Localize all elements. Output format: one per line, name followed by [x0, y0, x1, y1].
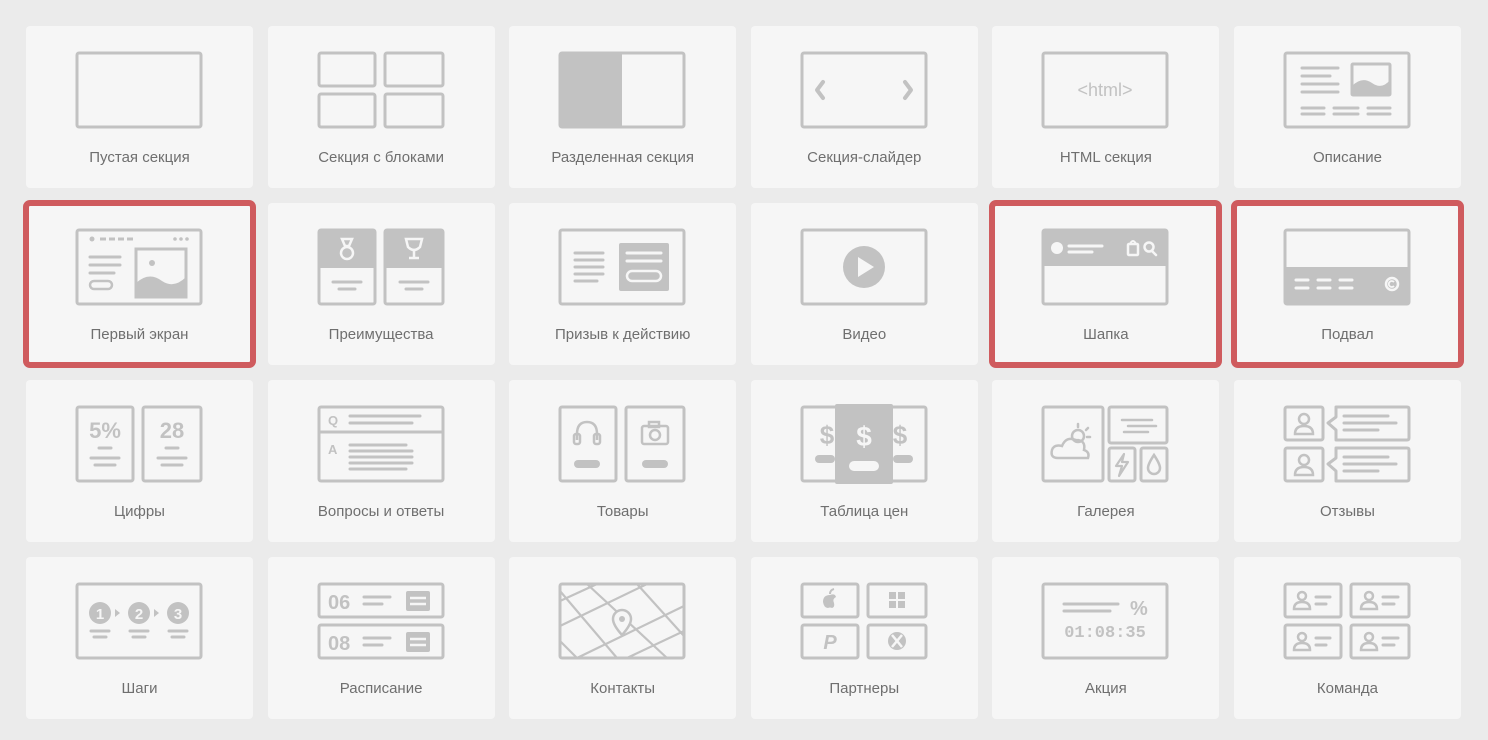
- numbers-icon: 5% 28: [75, 405, 203, 483]
- steps-icon: 1 2 3: [75, 582, 203, 660]
- html-section-icon: <html>: [1041, 51, 1169, 129]
- section-card-advantages[interactable]: Преимущества: [267, 203, 495, 365]
- slider-section-icon: [800, 51, 928, 129]
- section-label: Шапка: [1083, 326, 1129, 343]
- team-icon: [1283, 582, 1411, 660]
- section-label: Видео: [842, 326, 887, 343]
- section-card-split[interactable]: Разделенная секция: [509, 26, 737, 188]
- section-label: Отзывы: [1319, 503, 1375, 520]
- description-icon: [1283, 51, 1411, 129]
- svg-text:5%: 5%: [89, 418, 121, 443]
- partners-icon: P: [800, 582, 928, 660]
- section-card-footer[interactable]: Подвал: [1230, 200, 1464, 368]
- hero-screen-icon: [75, 228, 203, 306]
- section-card-promo[interactable]: % 01:08:35 Акция: [992, 557, 1220, 719]
- svg-text:$: $: [820, 420, 835, 450]
- reviews-icon: [1283, 405, 1411, 483]
- schedule-icon: 06 08: [317, 582, 445, 660]
- section-label: Пустая секция: [89, 149, 190, 166]
- section-card-description[interactable]: Описание: [1233, 26, 1461, 188]
- section-card-video[interactable]: Видео: [750, 203, 978, 365]
- section-label: Подвал: [1321, 326, 1374, 343]
- video-icon: [800, 228, 928, 306]
- svg-text:$: $: [893, 420, 908, 450]
- section-card-numbers[interactable]: 5% 28 Цифры: [26, 380, 253, 542]
- call-to-action-icon: [558, 228, 686, 306]
- section-label: Товары: [596, 503, 649, 520]
- section-card-gallery[interactable]: Галерея: [992, 380, 1220, 542]
- section-card-faq[interactable]: Q A Вопросы и ответы: [267, 380, 495, 542]
- advantages-icon: [317, 228, 445, 306]
- section-card-header[interactable]: Шапка: [989, 200, 1223, 368]
- section-card-slider[interactable]: Секция-слайдер: [750, 26, 978, 188]
- section-label: HTML секция: [1059, 149, 1152, 166]
- section-label: Описание: [1312, 149, 1382, 166]
- section-label: Расписание: [339, 680, 423, 697]
- section-card-reviews[interactable]: Отзывы: [1233, 380, 1461, 542]
- section-card-schedule[interactable]: 06 08 Расписание: [267, 557, 495, 719]
- section-label: Партнеры: [829, 680, 900, 697]
- section-label: Вопросы и ответы: [317, 503, 445, 520]
- section-card-products[interactable]: Товары: [509, 380, 737, 542]
- section-label: Контакты: [590, 680, 656, 697]
- svg-text:28: 28: [160, 418, 184, 443]
- section-label: Акция: [1085, 680, 1127, 697]
- section-card-partners[interactable]: P Партнеры: [750, 557, 978, 719]
- svg-text:%: %: [1130, 598, 1148, 620]
- svg-text:1: 1: [96, 606, 104, 623]
- section-card-hero[interactable]: Первый экран: [23, 200, 256, 368]
- section-card-cta[interactable]: Призыв к действию: [509, 203, 737, 365]
- svg-text:3: 3: [174, 606, 182, 623]
- section-card-team[interactable]: Команда: [1233, 557, 1461, 719]
- section-grid: Пустая секция Секция с блоками Разделенн…: [23, 26, 1464, 719]
- section-label: Разделенная секция: [551, 149, 694, 166]
- products-icon: [558, 405, 686, 483]
- section-label: Таблица цен: [820, 503, 909, 520]
- svg-text:<html>: <html>: [1078, 80, 1133, 100]
- header-icon: [1041, 228, 1169, 306]
- section-label: Галерея: [1077, 503, 1135, 520]
- svg-text:2: 2: [135, 606, 143, 623]
- section-card-contacts[interactable]: Контакты: [509, 557, 737, 719]
- footer-icon: [1283, 228, 1411, 306]
- svg-text:01:08:35: 01:08:35: [1065, 624, 1147, 643]
- svg-text:Q: Q: [328, 413, 338, 428]
- blocks-section-icon: [317, 51, 445, 129]
- contacts-icon: [558, 582, 686, 660]
- svg-text:$: $: [856, 421, 872, 452]
- section-label: Команда: [1316, 680, 1379, 697]
- section-card-blocks[interactable]: Секция с блоками: [267, 26, 495, 188]
- svg-text:A: A: [328, 442, 338, 457]
- split-section-icon: [558, 51, 686, 129]
- svg-text:08: 08: [328, 633, 350, 655]
- gallery-icon: [1041, 405, 1169, 483]
- pricing-table-icon: $ $ $: [800, 404, 928, 484]
- section-card-empty[interactable]: Пустая секция: [26, 26, 253, 188]
- section-label: Цифры: [114, 503, 165, 520]
- section-label: Первый экран: [90, 326, 189, 343]
- svg-text:06: 06: [328, 592, 350, 614]
- section-card-steps[interactable]: 1 2 3 Шаги: [26, 557, 253, 719]
- svg-text:P: P: [823, 632, 837, 654]
- empty-section-icon: [75, 51, 203, 129]
- promo-icon: % 01:08:35: [1041, 582, 1169, 660]
- section-label: Преимущества: [328, 326, 434, 343]
- section-label: Призыв к действию: [554, 326, 691, 343]
- section-card-html[interactable]: <html> HTML секция: [992, 26, 1220, 188]
- section-card-pricing[interactable]: $ $ $ Таблица цен: [750, 380, 978, 542]
- section-label: Секция с блоками: [318, 149, 444, 166]
- section-label: Шаги: [121, 680, 158, 697]
- faq-icon: Q A: [317, 405, 445, 483]
- section-label: Секция-слайдер: [807, 149, 922, 166]
